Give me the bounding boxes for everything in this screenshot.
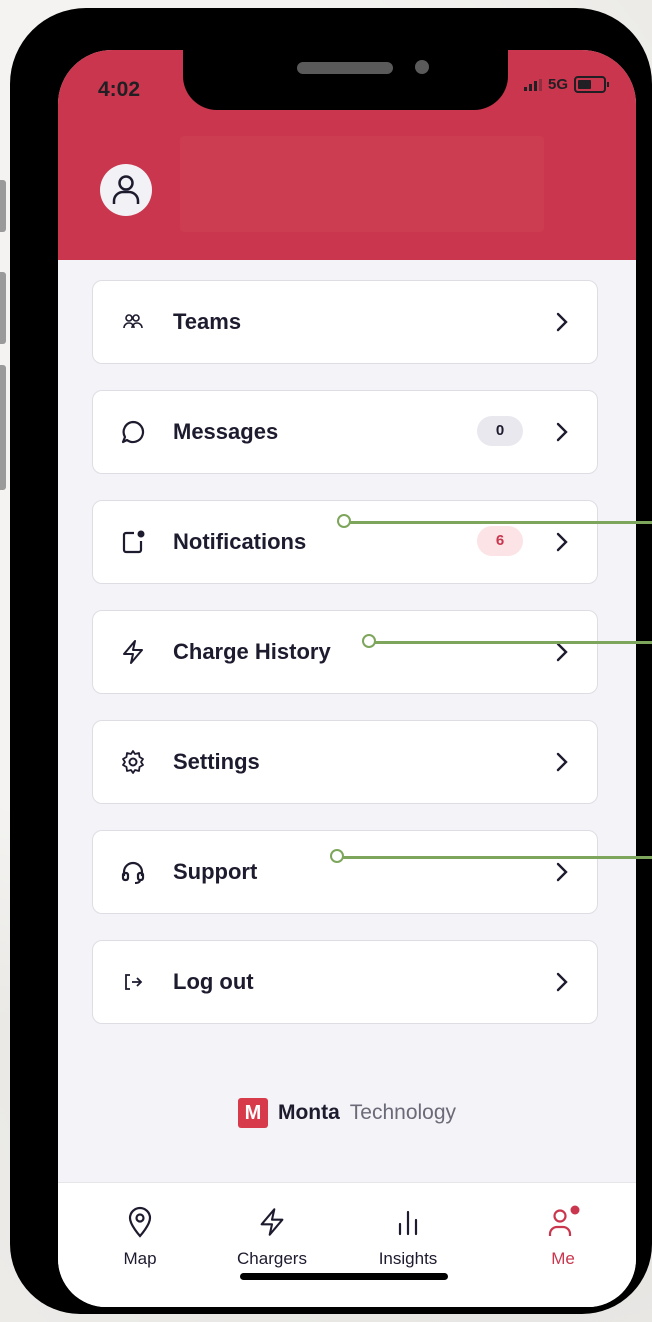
lightning-icon [119,638,147,666]
network-label: 5G [547,76,568,93]
messages-count-badge: 0 [477,416,523,446]
camera [415,60,429,74]
menu-label: Messages [173,419,279,444]
notifications-callout-line [345,521,652,524]
menu-label: Log out [173,969,254,994]
charge-history-callout-dot [362,634,376,648]
charge-history-callout-line [370,641,652,644]
signal-icon [523,78,542,91]
side-button [0,365,6,490]
tab-label: Map [123,1249,157,1268]
menu-item-log-out[interactable]: Log out [92,940,598,1024]
avatar[interactable] [100,164,152,216]
menu-label: Charge History [173,639,331,664]
phone-frame: 4:02 5G Teams Messages 0 Notifications 6… [10,8,652,1314]
brand-suffix: Technology [349,1101,457,1124]
support-callout-dot [330,849,344,863]
logout-icon [119,968,147,996]
bottom-tab-bar: Map Chargers Insights Me [58,1182,636,1307]
screen: 4:02 5G Teams Messages 0 Notifications 6… [58,50,636,1307]
monta-logo-icon: M [237,1098,268,1128]
tab-me[interactable]: Me [503,1201,623,1269]
battery-icon [574,76,609,93]
notch [183,50,508,110]
person-icon [112,175,140,204]
menu-item-teams[interactable]: Teams [92,280,598,364]
chevron-right-icon [556,972,568,992]
notification-icon [119,528,147,556]
menu-item-settings[interactable]: Settings [92,720,598,804]
chat-bubble-icon [119,418,147,446]
support-callout-line [338,856,652,859]
menu-item-charge-history[interactable]: Charge History [92,610,598,694]
side-button [0,180,6,232]
chevron-right-icon [556,312,568,332]
notifications-count-badge: 6 [477,526,523,556]
tab-chargers[interactable]: Chargers [212,1201,332,1269]
menu-item-messages[interactable]: Messages 0 [92,390,598,474]
brand-name: Monta [277,1101,340,1124]
tab-label: Chargers [237,1249,307,1268]
menu-label: Settings [173,749,260,774]
menu-item-notifications[interactable]: Notifications 6 [92,500,598,584]
status-icons: 5G [523,76,609,93]
tab-label: Insights [378,1249,438,1268]
tab-insights[interactable]: Insights [348,1201,468,1269]
tab-map[interactable]: Map [80,1201,200,1269]
menu-label: Support [173,859,258,884]
home-indicator [240,1273,448,1280]
menu-label: Notifications [173,529,307,554]
chevron-right-icon [556,752,568,772]
lightning-icon [212,1201,332,1243]
chevron-right-icon [556,862,568,882]
menu-item-support[interactable]: Support [92,830,598,914]
bar-chart-icon [348,1201,468,1243]
menu-label: Teams [173,309,242,334]
chevron-right-icon [556,422,568,442]
chevron-right-icon [556,642,568,662]
brand-footer: M Monta Technology [58,1098,636,1128]
people-icon [119,308,147,336]
side-button [0,272,6,344]
status-time: 4:02 [98,78,141,101]
person-icon [503,1201,623,1243]
speaker [297,62,393,74]
chevron-right-icon [556,532,568,552]
headset-icon [119,858,147,886]
gear-icon [119,748,147,776]
location-pin-icon [80,1201,200,1243]
notifications-callout-dot [337,514,351,528]
tab-label: Me [551,1249,575,1268]
header-name-area [180,136,544,232]
